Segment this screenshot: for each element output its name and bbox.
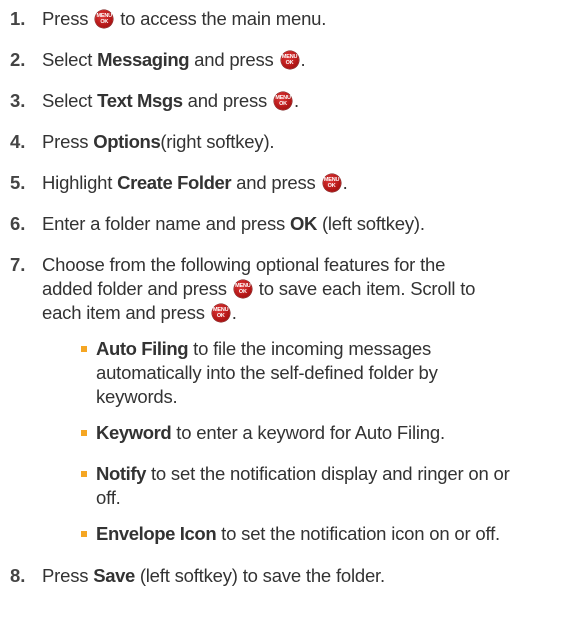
option-text: to file the incoming messages (193, 338, 432, 359)
step-number: 2. (10, 49, 26, 70)
menu-ok-key-icon: MENU OK (233, 280, 252, 298)
menu-ok-key-icon: MENU OK (280, 51, 299, 69)
step-1: 1. Press MENU OK to access the main menu. (10, 7, 576, 31)
bullet-icon (81, 346, 87, 352)
step-text: to save each item. Scroll to (258, 278, 476, 299)
step-text: Enter a folder name and press (42, 213, 286, 234)
step-text: Press (42, 8, 89, 29)
step-text: Select (42, 90, 93, 111)
option-text: to enter a keyword for Auto Filing. (176, 422, 445, 443)
option-label: Envelope Icon (96, 523, 217, 544)
step-text: Choose from the following optional featu… (42, 254, 446, 275)
step-2: 2. Select Messaging and press MENU OK. (10, 48, 576, 72)
option-text: keywords. (96, 386, 178, 407)
option-label: Notify (96, 463, 147, 484)
step-text: (right softkey). (160, 131, 275, 152)
option-text: to set the notification icon on or off. (221, 523, 500, 544)
step-number: 3. (10, 90, 26, 111)
step-text: and press (236, 172, 316, 193)
step-number: 1. (10, 8, 26, 29)
menu-item-label: Text Msgs (97, 90, 183, 111)
step-8: 8. Press Save (left softkey) to save the… (10, 564, 576, 588)
step-6: 6. Enter a folder name and press OK (lef… (10, 212, 576, 236)
step-5: 5. Highlight Create Folder and press MEN… (10, 171, 576, 195)
option-text: off. (96, 487, 121, 508)
step-number: 4. (10, 131, 26, 152)
step-text: . (231, 302, 237, 323)
step-number: 7. (10, 254, 26, 275)
softkey-label: Options (93, 131, 161, 152)
step-text: Press (42, 565, 89, 586)
step-text: (left softkey) to save the folder. (139, 565, 385, 586)
step-7: 7. Choose from the following optional fe… (10, 253, 576, 325)
menu-ok-key-icon: MENU OK (95, 10, 114, 28)
menu-ok-key-icon: MENU OK (274, 92, 293, 110)
step-text: Highlight (42, 172, 113, 193)
option-auto-filing: Auto Filing to file the incoming message… (81, 337, 576, 409)
softkey-label: Save (93, 565, 135, 586)
menu-ok-key-icon: MENU OK (322, 174, 341, 192)
step-text: (left softkey). (321, 213, 425, 234)
bullet-icon (81, 430, 87, 436)
step-text: . (300, 49, 306, 70)
softkey-label: OK (290, 213, 317, 234)
bullet-icon (81, 471, 87, 477)
step-4: 4. Press Options(right softkey). (10, 130, 576, 154)
option-keyword: Keyword to enter a keyword for Auto Fili… (81, 421, 576, 445)
step-text: each item and press (42, 302, 205, 323)
option-text: automatically into the self-defined fold… (96, 362, 438, 383)
step-text: . (294, 90, 299, 111)
option-text: to set the notification display and ring… (150, 463, 510, 484)
option-notify: Notify to set the notification display a… (81, 462, 576, 510)
step-text: and press (194, 49, 274, 70)
menu-item-label: Messaging (97, 49, 190, 70)
bullet-icon (81, 531, 87, 537)
option-label: Keyword (96, 422, 172, 443)
step-text: Press (42, 131, 89, 152)
step-text: to access the main menu. (120, 8, 327, 29)
menu-item-label: Create Folder (117, 172, 232, 193)
option-label: Auto Filing (96, 338, 189, 359)
step-3: 3. Select Text Msgs and press MENU OK. (10, 89, 576, 113)
option-envelope-icon: Envelope Icon to set the notification ic… (81, 522, 576, 546)
step-number: 5. (10, 172, 26, 193)
step-number: 6. (10, 213, 26, 234)
step-number: 8. (10, 565, 26, 586)
step-text: . (342, 172, 348, 193)
menu-ok-key-icon: MENU OK (211, 304, 230, 322)
step-text: Select (42, 49, 93, 70)
step-text: added folder and press (42, 278, 227, 299)
step-text: and press (187, 90, 268, 111)
